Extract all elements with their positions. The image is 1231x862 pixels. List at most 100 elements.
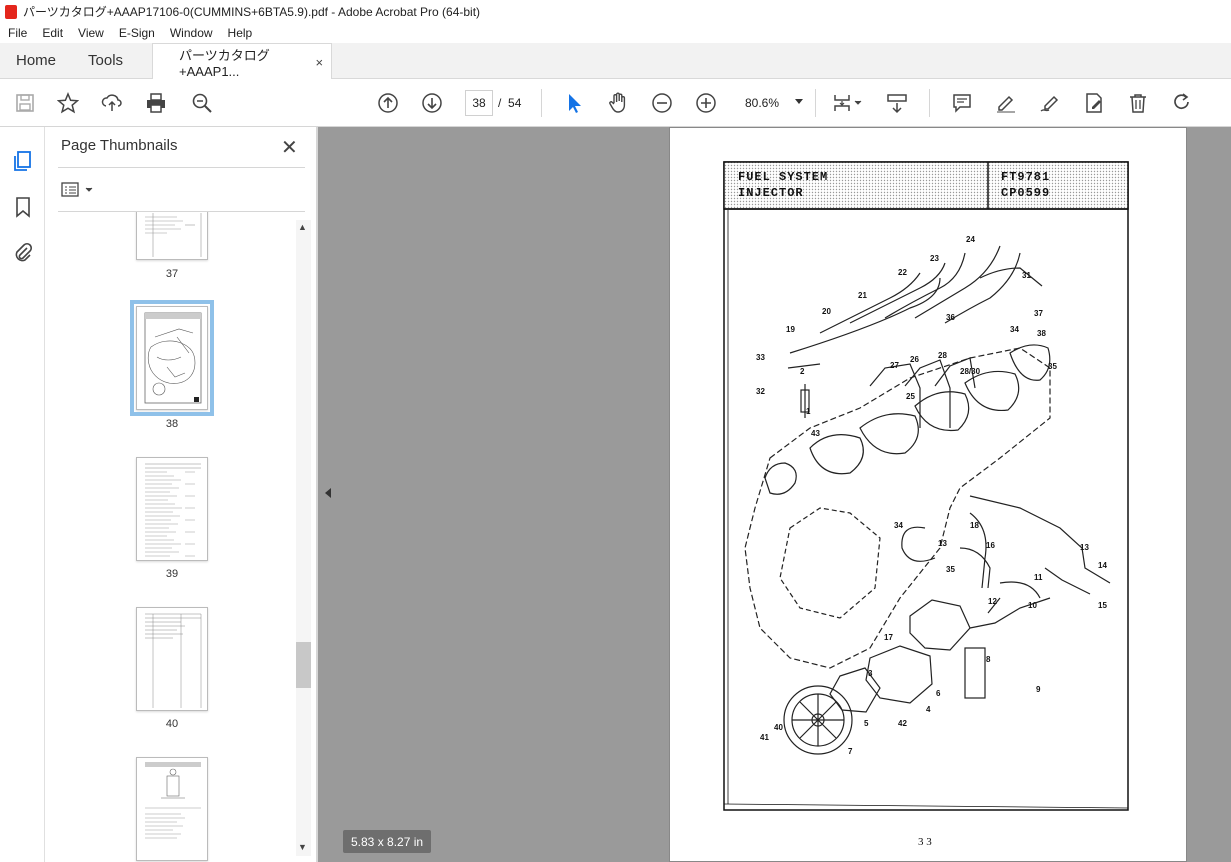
diagram-callout: 35 [1048,362,1057,371]
page-display-icon[interactable] [830,91,864,115]
close-tab-icon[interactable]: × [315,55,323,70]
pdf-page: 24 22 23 31 21 37 20 36 34 38 19 26 28 33 27 28/30 35 2 25… [669,127,1187,862]
diagram-callout: 37 [1034,309,1043,318]
diagram-callout: 28 [938,351,947,360]
diagram-callout: 12 [988,597,997,606]
chevron-down-icon [795,99,803,104]
thumbnail-scrollbar[interactable]: ▲ ▼ [296,220,311,856]
rotate-icon[interactable] [1170,91,1194,115]
scroll-mode-icon[interactable] [885,91,909,115]
scrollbar-thumb[interactable] [296,642,311,688]
save-icon[interactable] [13,91,37,115]
attachments-paperclip-icon[interactable] [11,241,35,265]
menu-help[interactable]: Help [220,26,260,40]
header-catalog-number: CP0599 [1001,186,1050,200]
thumbnails-panel: Page Thumbnails ✕ 37 38 39 40 [45,127,317,862]
diagram-callout: 21 [858,291,867,300]
diagram-callout: 32 [756,387,765,396]
print-icon[interactable] [144,91,168,115]
thumbnail-label: 37 [165,268,179,280]
header-code: FT9781 [1001,170,1050,184]
edit-pdf-icon[interactable] [1082,91,1106,115]
diagram-callout: 34 [894,521,903,530]
thumbnail-label: 38 [165,418,179,430]
left-rail [0,127,45,862]
diagram-callout: 20 [822,307,831,316]
tab-document[interactable]: パーツカタログ+AAAP1... × [152,43,333,80]
page-size-indicator: 5.83 x 8.27 in [343,830,432,853]
delete-trash-icon[interactable] [1126,91,1150,115]
draw-freehand-icon[interactable] [1038,91,1062,115]
menu-window[interactable]: Window [162,26,220,40]
page-thumbnails-icon[interactable] [11,149,35,173]
diagram-callout: 14 [1098,561,1107,570]
page-number-input[interactable]: 38 [465,90,493,116]
diagram-callout: 23 [930,254,939,263]
diagram-callout: 33 [756,353,765,362]
diagram-callout: 16 [986,541,995,550]
acrobat-icon [5,4,17,19]
collapse-panel-strip[interactable] [317,127,337,862]
diagram-callout: 41 [760,733,769,742]
tab-document-label: パーツカタログ+AAAP1... [179,48,270,79]
thumbnail-page-40[interactable] [136,607,208,711]
diagram-callout: 40 [774,723,783,732]
diagram-callout: 4 [926,705,931,714]
diagram-callout: 6 [936,689,941,698]
diagram-callout: 38 [1037,329,1046,338]
page-footer-number: 3 3 [918,836,932,848]
next-page-icon[interactable] [420,91,444,115]
engine-diagram: 242223312137203634 381926 28332728/3035225… [723,161,1129,848]
thumbnail-page-38[interactable] [130,300,214,416]
diagram-callout: 17 [884,633,893,642]
collapse-left-icon[interactable] [325,488,331,498]
diagram-callout: 26 [910,355,919,364]
tab-home[interactable]: Home [0,43,72,78]
tab-bar: Home Tools パーツカタログ+AAAP1... × [0,43,1231,80]
zoom-search-icon[interactable] [190,91,214,115]
close-panel-icon[interactable]: ✕ [281,135,298,160]
share-upload-icon[interactable] [100,91,124,115]
menu-view[interactable]: View [70,26,111,40]
zoom-out-icon[interactable] [650,91,674,115]
window-title: パーツカタログ+AAAP17106-0(CUMMINS+6BTA5.9).pdf… [23,5,481,19]
diagram-callout: 13 [938,539,947,548]
panel-divider [58,167,305,168]
menu-esign[interactable]: E-Sign [111,26,162,40]
diagram-callout: 10 [1028,601,1037,610]
diagram-callout: 13 [1080,543,1089,552]
thumbnail-page-37[interactable] [136,212,208,260]
bookmarks-icon[interactable] [11,195,35,219]
highlight-pen-icon[interactable] [994,91,1018,115]
diagram-callout: 19 [786,325,795,334]
diagram-callout: 31 [1022,271,1031,280]
diagram-callout: 35 [946,565,955,574]
diagram-callout: 8 [986,655,991,664]
scroll-up-icon[interactable]: ▲ [298,222,307,232]
select-cursor-icon[interactable] [562,91,586,115]
thumbnail-page-41[interactable] [136,757,208,861]
tab-tools[interactable]: Tools [72,43,139,78]
zoom-in-icon[interactable] [694,91,718,115]
diagram-callout: 18 [970,521,979,530]
menu-bar: File Edit View E-Sign Window Help [0,23,1231,43]
diagram-callout: 22 [898,268,907,277]
comment-icon[interactable] [950,91,974,115]
thumbnail-page-39[interactable] [136,457,208,561]
diagram-callout: 15 [1098,601,1107,610]
previous-page-icon[interactable] [376,91,400,115]
bookmark-star-icon[interactable] [56,91,80,115]
hand-tool-icon[interactable] [606,91,630,115]
thumbnail-options-button[interactable] [61,180,95,200]
header-component: INJECTOR [738,186,804,200]
diagram-callout: 42 [898,719,907,728]
diagram-callout: 34 [1010,325,1019,334]
toolbar-divider [541,89,542,117]
diagram-callout: 3 [868,669,873,678]
menu-edit[interactable]: Edit [34,26,70,40]
scroll-down-icon[interactable]: ▼ [298,842,307,852]
title-bar: パーツカタログ+AAAP17106-0(CUMMINS+6BTA5.9).pdf… [0,0,1231,23]
zoom-level-dropdown[interactable]: 80.6% [739,90,807,116]
document-viewer[interactable]: 24 22 23 31 21 37 20 36 34 38 19 26 28 33 27 28/30 35 2 25… [337,127,1231,862]
menu-file[interactable]: File [0,26,34,40]
